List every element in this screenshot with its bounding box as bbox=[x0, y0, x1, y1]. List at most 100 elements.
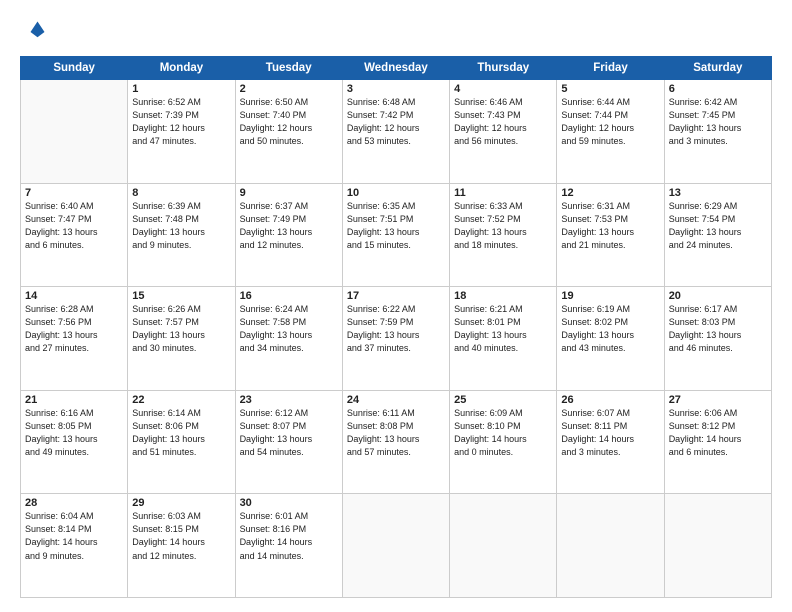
day-number: 2 bbox=[240, 83, 338, 95]
day-number: 19 bbox=[561, 290, 659, 302]
day-info: Sunrise: 6:12 AM Sunset: 8:07 PM Dayligh… bbox=[240, 407, 338, 459]
day-info: Sunrise: 6:16 AM Sunset: 8:05 PM Dayligh… bbox=[25, 407, 123, 459]
day-info: Sunrise: 6:21 AM Sunset: 8:01 PM Dayligh… bbox=[454, 303, 552, 355]
day-number: 8 bbox=[132, 187, 230, 199]
day-number: 6 bbox=[669, 83, 767, 95]
header bbox=[20, 18, 772, 46]
calendar-cell bbox=[557, 494, 664, 598]
week-row-1: 1Sunrise: 6:52 AM Sunset: 7:39 PM Daylig… bbox=[21, 80, 772, 184]
calendar-header-row: SundayMondayTuesdayWednesdayThursdayFrid… bbox=[21, 57, 772, 80]
day-info: Sunrise: 6:04 AM Sunset: 8:14 PM Dayligh… bbox=[25, 510, 123, 562]
day-info: Sunrise: 6:29 AM Sunset: 7:54 PM Dayligh… bbox=[669, 200, 767, 252]
day-number: 17 bbox=[347, 290, 445, 302]
day-info: Sunrise: 6:39 AM Sunset: 7:48 PM Dayligh… bbox=[132, 200, 230, 252]
day-info: Sunrise: 6:42 AM Sunset: 7:45 PM Dayligh… bbox=[669, 96, 767, 148]
day-number: 13 bbox=[669, 187, 767, 199]
day-number: 23 bbox=[240, 394, 338, 406]
day-info: Sunrise: 6:28 AM Sunset: 7:56 PM Dayligh… bbox=[25, 303, 123, 355]
day-number: 11 bbox=[454, 187, 552, 199]
logo-icon bbox=[20, 18, 48, 46]
day-info: Sunrise: 6:48 AM Sunset: 7:42 PM Dayligh… bbox=[347, 96, 445, 148]
day-info: Sunrise: 6:06 AM Sunset: 8:12 PM Dayligh… bbox=[669, 407, 767, 459]
calendar-cell: 2Sunrise: 6:50 AM Sunset: 7:40 PM Daylig… bbox=[235, 80, 342, 184]
day-number: 12 bbox=[561, 187, 659, 199]
calendar-cell: 27Sunrise: 6:06 AM Sunset: 8:12 PM Dayli… bbox=[664, 390, 771, 494]
day-number: 20 bbox=[669, 290, 767, 302]
day-number: 24 bbox=[347, 394, 445, 406]
day-info: Sunrise: 6:40 AM Sunset: 7:47 PM Dayligh… bbox=[25, 200, 123, 252]
day-info: Sunrise: 6:26 AM Sunset: 7:57 PM Dayligh… bbox=[132, 303, 230, 355]
calendar-cell bbox=[342, 494, 449, 598]
calendar-cell: 20Sunrise: 6:17 AM Sunset: 8:03 PM Dayli… bbox=[664, 287, 771, 391]
day-info: Sunrise: 6:37 AM Sunset: 7:49 PM Dayligh… bbox=[240, 200, 338, 252]
day-info: Sunrise: 6:07 AM Sunset: 8:11 PM Dayligh… bbox=[561, 407, 659, 459]
day-number: 4 bbox=[454, 83, 552, 95]
calendar-header-saturday: Saturday bbox=[664, 57, 771, 80]
calendar-cell: 28Sunrise: 6:04 AM Sunset: 8:14 PM Dayli… bbox=[21, 494, 128, 598]
calendar-cell: 10Sunrise: 6:35 AM Sunset: 7:51 PM Dayli… bbox=[342, 183, 449, 287]
calendar-cell: 6Sunrise: 6:42 AM Sunset: 7:45 PM Daylig… bbox=[664, 80, 771, 184]
calendar-cell: 25Sunrise: 6:09 AM Sunset: 8:10 PM Dayli… bbox=[450, 390, 557, 494]
day-number: 10 bbox=[347, 187, 445, 199]
day-number: 3 bbox=[347, 83, 445, 95]
calendar-cell: 22Sunrise: 6:14 AM Sunset: 8:06 PM Dayli… bbox=[128, 390, 235, 494]
calendar-cell: 7Sunrise: 6:40 AM Sunset: 7:47 PM Daylig… bbox=[21, 183, 128, 287]
week-row-5: 28Sunrise: 6:04 AM Sunset: 8:14 PM Dayli… bbox=[21, 494, 772, 598]
calendar-cell: 17Sunrise: 6:22 AM Sunset: 7:59 PM Dayli… bbox=[342, 287, 449, 391]
calendar-cell: 3Sunrise: 6:48 AM Sunset: 7:42 PM Daylig… bbox=[342, 80, 449, 184]
calendar-cell: 9Sunrise: 6:37 AM Sunset: 7:49 PM Daylig… bbox=[235, 183, 342, 287]
calendar-header-monday: Monday bbox=[128, 57, 235, 80]
calendar-header-wednesday: Wednesday bbox=[342, 57, 449, 80]
day-number: 28 bbox=[25, 497, 123, 509]
calendar-cell: 5Sunrise: 6:44 AM Sunset: 7:44 PM Daylig… bbox=[557, 80, 664, 184]
day-number: 1 bbox=[132, 83, 230, 95]
calendar-header-thursday: Thursday bbox=[450, 57, 557, 80]
calendar-cell bbox=[664, 494, 771, 598]
calendar-cell bbox=[21, 80, 128, 184]
calendar-cell: 19Sunrise: 6:19 AM Sunset: 8:02 PM Dayli… bbox=[557, 287, 664, 391]
day-number: 30 bbox=[240, 497, 338, 509]
calendar-cell bbox=[450, 494, 557, 598]
day-info: Sunrise: 6:01 AM Sunset: 8:16 PM Dayligh… bbox=[240, 510, 338, 562]
calendar-header-sunday: Sunday bbox=[21, 57, 128, 80]
day-number: 9 bbox=[240, 187, 338, 199]
day-info: Sunrise: 6:17 AM Sunset: 8:03 PM Dayligh… bbox=[669, 303, 767, 355]
calendar-cell: 11Sunrise: 6:33 AM Sunset: 7:52 PM Dayli… bbox=[450, 183, 557, 287]
day-number: 14 bbox=[25, 290, 123, 302]
calendar-cell: 14Sunrise: 6:28 AM Sunset: 7:56 PM Dayli… bbox=[21, 287, 128, 391]
calendar-cell: 26Sunrise: 6:07 AM Sunset: 8:11 PM Dayli… bbox=[557, 390, 664, 494]
day-number: 25 bbox=[454, 394, 552, 406]
day-number: 21 bbox=[25, 394, 123, 406]
day-number: 15 bbox=[132, 290, 230, 302]
day-info: Sunrise: 6:24 AM Sunset: 7:58 PM Dayligh… bbox=[240, 303, 338, 355]
day-info: Sunrise: 6:50 AM Sunset: 7:40 PM Dayligh… bbox=[240, 96, 338, 148]
day-info: Sunrise: 6:14 AM Sunset: 8:06 PM Dayligh… bbox=[132, 407, 230, 459]
day-info: Sunrise: 6:44 AM Sunset: 7:44 PM Dayligh… bbox=[561, 96, 659, 148]
day-number: 16 bbox=[240, 290, 338, 302]
day-info: Sunrise: 6:31 AM Sunset: 7:53 PM Dayligh… bbox=[561, 200, 659, 252]
calendar-cell: 16Sunrise: 6:24 AM Sunset: 7:58 PM Dayli… bbox=[235, 287, 342, 391]
week-row-4: 21Sunrise: 6:16 AM Sunset: 8:05 PM Dayli… bbox=[21, 390, 772, 494]
day-info: Sunrise: 6:33 AM Sunset: 7:52 PM Dayligh… bbox=[454, 200, 552, 252]
day-info: Sunrise: 6:22 AM Sunset: 7:59 PM Dayligh… bbox=[347, 303, 445, 355]
week-row-3: 14Sunrise: 6:28 AM Sunset: 7:56 PM Dayli… bbox=[21, 287, 772, 391]
day-number: 29 bbox=[132, 497, 230, 509]
day-number: 26 bbox=[561, 394, 659, 406]
page: SundayMondayTuesdayWednesdayThursdayFrid… bbox=[0, 0, 792, 612]
day-info: Sunrise: 6:35 AM Sunset: 7:51 PM Dayligh… bbox=[347, 200, 445, 252]
calendar-cell: 4Sunrise: 6:46 AM Sunset: 7:43 PM Daylig… bbox=[450, 80, 557, 184]
day-number: 22 bbox=[132, 394, 230, 406]
day-number: 7 bbox=[25, 187, 123, 199]
calendar-cell: 21Sunrise: 6:16 AM Sunset: 8:05 PM Dayli… bbox=[21, 390, 128, 494]
calendar-cell: 30Sunrise: 6:01 AM Sunset: 8:16 PM Dayli… bbox=[235, 494, 342, 598]
day-info: Sunrise: 6:52 AM Sunset: 7:39 PM Dayligh… bbox=[132, 96, 230, 148]
calendar-header-tuesday: Tuesday bbox=[235, 57, 342, 80]
calendar-cell: 12Sunrise: 6:31 AM Sunset: 7:53 PM Dayli… bbox=[557, 183, 664, 287]
calendar-cell: 23Sunrise: 6:12 AM Sunset: 8:07 PM Dayli… bbox=[235, 390, 342, 494]
day-number: 5 bbox=[561, 83, 659, 95]
day-number: 18 bbox=[454, 290, 552, 302]
calendar-cell: 1Sunrise: 6:52 AM Sunset: 7:39 PM Daylig… bbox=[128, 80, 235, 184]
day-info: Sunrise: 6:19 AM Sunset: 8:02 PM Dayligh… bbox=[561, 303, 659, 355]
day-info: Sunrise: 6:11 AM Sunset: 8:08 PM Dayligh… bbox=[347, 407, 445, 459]
day-number: 27 bbox=[669, 394, 767, 406]
